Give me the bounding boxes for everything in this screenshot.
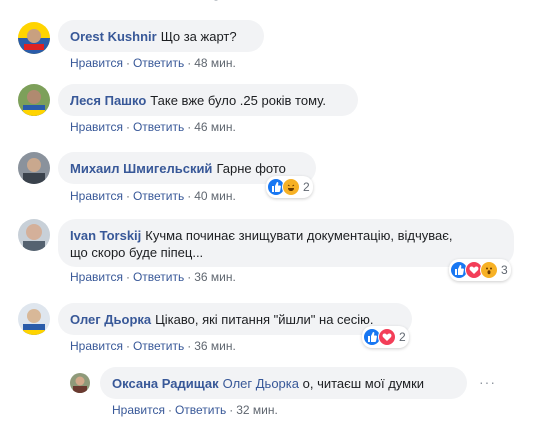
comment-actions: Нравится · Ответить · 36 мин.: [70, 270, 236, 284]
comment-actions: Нравится · Ответить · 36 мин.: [70, 339, 236, 353]
like-button[interactable]: Нравится: [70, 270, 123, 284]
wow-icon: [480, 261, 498, 279]
reply-button[interactable]: Ответить: [133, 270, 184, 284]
reply-button[interactable]: Ответить: [133, 120, 184, 134]
avatar[interactable]: [18, 22, 50, 54]
comment-bubble: Олег Дьорка Цікаво, які питання "йшли" на…: [58, 303, 412, 335]
timestamp[interactable]: 46 мин.: [194, 120, 236, 134]
like-button[interactable]: Нравится: [70, 189, 123, 203]
reaction-summary[interactable]: 3: [449, 259, 511, 281]
love-icon: [378, 328, 396, 346]
reaction-count: 2: [399, 330, 406, 344]
comment-bubble: Ivan Torskij Кучма починає знищувати доку…: [58, 219, 514, 267]
avatar[interactable]: [18, 84, 50, 116]
comment-bubble: Orest Kushnir Що за жарт?: [58, 20, 264, 52]
avatar[interactable]: [18, 152, 50, 184]
like-button[interactable]: Нравится: [112, 403, 165, 417]
comment-actions: Нравится · Ответить · 40 мин.: [70, 189, 236, 203]
haha-icon: [282, 178, 300, 196]
avatar[interactable]: [18, 219, 50, 251]
comment-text: Таке вже було .25 років тому.: [150, 93, 326, 108]
reply-bubble: Оксана Радищак Олег Дьорка о, читаєш мої …: [100, 367, 467, 399]
author-link[interactable]: Олег Дьорка: [70, 312, 151, 327]
author-link[interactable]: Orest Kushnir: [70, 29, 157, 44]
author-link[interactable]: Ivan Torskij: [70, 228, 141, 243]
like-button[interactable]: Нравится: [70, 120, 123, 134]
reply-actions: Нравится · Ответить · 32 мин.: [112, 403, 278, 417]
comment-text: Гарне фото: [216, 161, 286, 176]
reaction-summary[interactable]: 2: [266, 176, 313, 198]
avatar[interactable]: [70, 373, 90, 393]
comment-actions: Нравится · Ответить · 48 мин.: [70, 56, 236, 70]
timestamp[interactable]: 32 мин.: [236, 403, 278, 417]
reply-text: о, читаєш мої думки: [302, 376, 425, 391]
reaction-summary[interactable]: 2: [362, 326, 409, 348]
reaction-count: 3: [501, 263, 508, 277]
like-button[interactable]: Нравится: [70, 56, 123, 70]
avatar[interactable]: [18, 303, 50, 335]
author-link[interactable]: Леся Пашко: [70, 93, 146, 108]
reply-button[interactable]: Ответить: [133, 339, 184, 353]
comment-text: Кучма починає знищувати документацію, ві…: [145, 228, 453, 243]
reaction-count: 2: [303, 180, 310, 194]
more-options-icon[interactable]: ···: [479, 374, 496, 390]
comment-text: Цікаво, які питання "йшли" на сесію.: [155, 312, 374, 327]
reply-button[interactable]: Ответить: [133, 189, 184, 203]
reply-button[interactable]: Ответить: [175, 403, 226, 417]
author-link[interactable]: Оксана Радищак: [112, 376, 219, 391]
like-button[interactable]: Нравится: [70, 339, 123, 353]
timestamp[interactable]: 48 мин.: [194, 56, 236, 70]
divider-dot: [214, 0, 218, 1]
mention-link[interactable]: Олег Дьорка: [223, 376, 299, 391]
author-link[interactable]: Михаил Шмигельский: [70, 161, 212, 176]
timestamp[interactable]: 40 мин.: [194, 189, 236, 203]
comment-bubble: Леся Пашко Таке вже було .25 років тому.: [58, 84, 358, 116]
comment-text-line2: що скоро буде піпец...: [70, 245, 204, 260]
reply-button[interactable]: Ответить: [133, 56, 184, 70]
comment-text: Що за жарт?: [160, 29, 237, 44]
timestamp[interactable]: 36 мин.: [194, 339, 236, 353]
comment-actions: Нравится · Ответить · 46 мин.: [70, 120, 236, 134]
timestamp[interactable]: 36 мин.: [194, 270, 236, 284]
